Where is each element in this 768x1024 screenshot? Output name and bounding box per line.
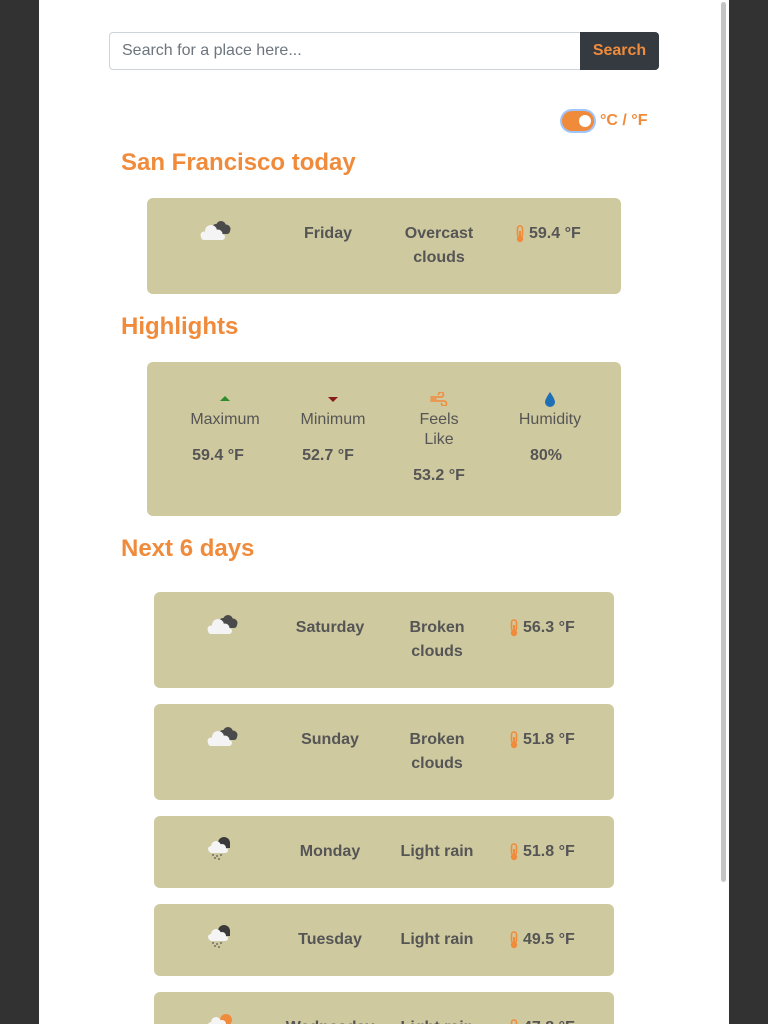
forecast-card: Saturday Broken clouds 56.3 °F (154, 592, 614, 688)
forecast-temperature-value: 49.5 °F (523, 931, 575, 948)
forecast-description: Light rain (400, 843, 474, 860)
highlight-feels-like: Feels Like 53.2 °F (391, 390, 487, 486)
forecast-card: Sunday Broken clouds 51.8 °F (154, 704, 614, 800)
light-rain-icon (202, 922, 250, 952)
highlights-card: Maximum 59.4 °F Minimum 52.7 °F Feels Li… (147, 362, 621, 516)
forecast-temperature-value: 51.8 °F (523, 843, 575, 860)
app-page: Search °C / °F San Francisco today Frida… (39, 0, 729, 1024)
arrow-up-icon (177, 390, 273, 408)
thermometer-icon (510, 931, 518, 949)
overcast-clouds-icon (195, 216, 243, 244)
forecast-temperature-value: 47.8 °F (523, 1016, 575, 1024)
forecast-temperature: 47.8 °F (509, 1016, 609, 1024)
thermometer-icon (516, 225, 524, 243)
forecast-card: Wednesday Light rain 47.8 °F (154, 992, 614, 1024)
highlight-value: 80% (529, 447, 563, 464)
forecast-day: Tuesday (298, 931, 362, 948)
forecast-day: Wednesday (285, 1016, 375, 1024)
highlight-minimum: Minimum 52.7 °F (285, 390, 381, 466)
highlight-value: 52.7 °F (302, 447, 354, 464)
highlight-label: Humidity (518, 411, 582, 428)
forecast-temperature: 49.5 °F (509, 928, 609, 952)
thermometer-icon (510, 731, 518, 749)
thermometer-icon (510, 843, 518, 861)
highlight-label: Minimum (300, 411, 366, 428)
droplet-icon (502, 390, 598, 408)
unit-toggle: °C / °F (562, 111, 647, 131)
thermometer-icon (510, 1019, 518, 1024)
forecast-description: Light rain (394, 1016, 480, 1024)
forecast-temperature: 51.8 °F (509, 840, 609, 864)
light-rain-day-icon (202, 1010, 250, 1024)
highlight-value: 53.2 °F (413, 467, 465, 484)
forecast-description: Broken clouds (409, 731, 465, 772)
forecast-description: Broken clouds (409, 619, 465, 660)
broken-clouds-icon (202, 610, 250, 638)
today-temperature: 59.4 °F (515, 222, 615, 246)
today-description: Overcast clouds (404, 225, 474, 266)
wind-icon (391, 390, 487, 408)
today-card: Friday Overcast clouds 59.4 °F (147, 198, 621, 294)
arrow-down-icon (285, 390, 381, 408)
unit-switch[interactable] (562, 111, 594, 131)
unit-toggle-label: °C / °F (600, 112, 648, 129)
today-day: Friday (303, 225, 352, 242)
forecast-temperature-value: 51.8 °F (523, 731, 575, 748)
search-bar: Search (109, 32, 659, 70)
forecast-description: Light rain (400, 931, 474, 948)
page-scrollbar[interactable] (721, 2, 726, 882)
forecast-day: Sunday (301, 731, 359, 748)
broken-clouds-icon (202, 722, 250, 750)
highlight-label: Feels Like (419, 411, 459, 448)
forecast-temperature: 51.8 °F (509, 728, 609, 752)
forecast-temperature-value: 56.3 °F (523, 619, 575, 636)
highlight-label: Maximum (190, 411, 260, 428)
forecast-title: Next 6 days (121, 535, 255, 562)
forecast-day: Saturday (295, 619, 365, 636)
search-input[interactable] (109, 32, 580, 70)
forecast-card: Monday Light rain 51.8 °F (154, 816, 614, 888)
forecast-day: Monday (299, 843, 361, 860)
light-rain-icon (202, 834, 250, 864)
highlight-humidity: Humidity 80% (502, 390, 598, 466)
today-temperature-value: 59.4 °F (529, 225, 581, 242)
highlights-title: Highlights (121, 313, 239, 340)
forecast-card: Tuesday Light rain 49.5 °F (154, 904, 614, 976)
highlight-value: 59.4 °F (192, 447, 244, 464)
today-title: San Francisco today (121, 149, 356, 176)
highlight-maximum: Maximum 59.4 °F (177, 390, 273, 466)
switch-knob (579, 115, 591, 127)
search-button[interactable]: Search (580, 32, 659, 70)
forecast-temperature: 56.3 °F (509, 616, 609, 640)
thermometer-icon (510, 619, 518, 637)
